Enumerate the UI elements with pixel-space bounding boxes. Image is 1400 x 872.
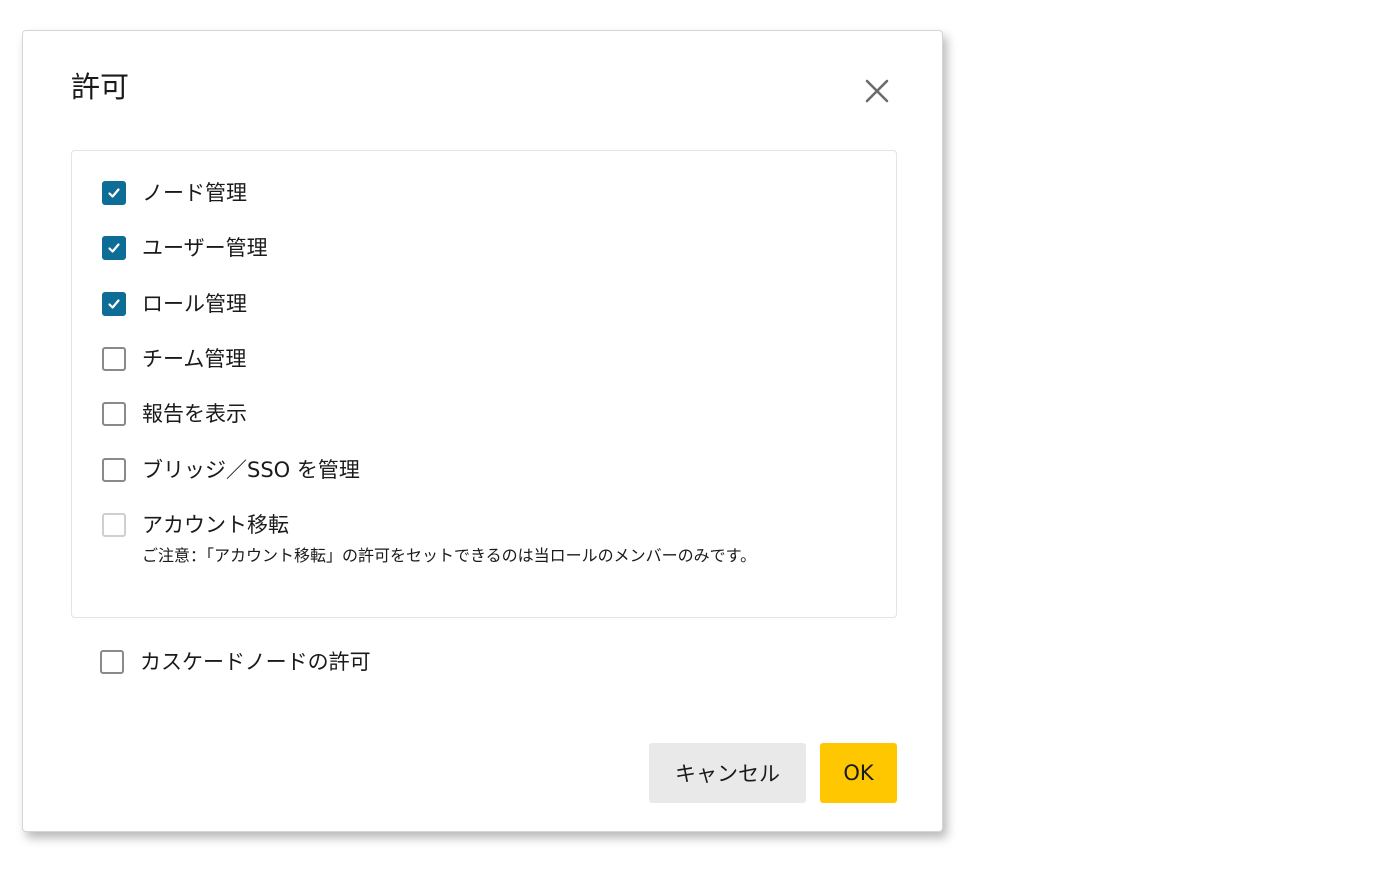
ok-button[interactable]: OK (820, 743, 897, 803)
permission-item-node-management[interactable]: ノード管理 (102, 178, 247, 208)
permission-label: ノード管理 (142, 181, 247, 205)
checkbox-user-management[interactable] (102, 236, 126, 260)
permission-item-account-transfer: アカウント移転 (102, 510, 289, 540)
checkmark-icon (108, 299, 120, 309)
permission-label: 報告を表示 (142, 402, 247, 426)
permission-item-view-reports[interactable]: 報告を表示 (102, 399, 247, 429)
checkbox-bridge-sso[interactable] (102, 458, 126, 482)
close-button[interactable] (859, 73, 895, 109)
account-transfer-note: ご注意：「アカウント移転」の許可をセットできるのは当ロールのメンバーのみです。 (142, 546, 757, 565)
checkbox-node-management[interactable] (102, 181, 126, 205)
permission-item-bridge-sso[interactable]: ブリッジ／SSO を管理 (102, 455, 360, 485)
cancel-button[interactable]: キャンセル (649, 743, 806, 803)
dialog-title: 許可 (71, 70, 130, 104)
permissions-list: ノード管理 ユーザー管理 ロール管理 チーム管理 報告を表示 ブリッジ／SSO … (71, 150, 897, 618)
cascade-node-permissions-option[interactable]: カスケードノードの許可 (100, 647, 371, 677)
permissions-dialog: 許可 ノード管理 ユーザー管理 ロール管理 チーム管理 報告を表示 ブリッジ／S… (22, 30, 943, 832)
cascade-label: カスケードノードの許可 (140, 650, 371, 674)
permission-item-role-management[interactable]: ロール管理 (102, 289, 247, 319)
checkbox-cascade-node-permissions[interactable] (100, 650, 124, 674)
checkbox-view-reports[interactable] (102, 402, 126, 426)
permission-label: ユーザー管理 (142, 236, 268, 260)
permission-label: チーム管理 (142, 347, 247, 371)
permission-item-team-management[interactable]: チーム管理 (102, 344, 246, 374)
checkbox-account-transfer (102, 513, 126, 537)
checkmark-icon (108, 188, 120, 198)
checkbox-team-management[interactable] (102, 347, 126, 371)
permission-label: ロール管理 (142, 292, 247, 316)
checkmark-icon (108, 243, 120, 253)
close-icon (865, 79, 889, 103)
permission-label: アカウント移転 (142, 513, 289, 537)
checkbox-role-management[interactable] (102, 292, 126, 316)
permission-item-user-management[interactable]: ユーザー管理 (102, 233, 268, 263)
permission-label: ブリッジ／SSO を管理 (142, 458, 360, 482)
